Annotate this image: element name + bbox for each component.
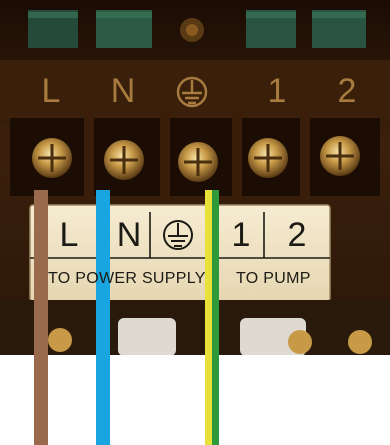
screw-n [104, 140, 144, 180]
earth-ground-icon [176, 76, 208, 108]
plate-label-2: 2 [287, 216, 307, 254]
wire-earth-yellow [205, 190, 212, 445]
screw-earth [178, 142, 218, 182]
screw-2 [320, 136, 360, 176]
molded-label-1: 1 [267, 72, 287, 110]
molded-label-2: 2 [337, 72, 357, 110]
caption-pump: TO PUMP [236, 270, 311, 287]
plate-label-n: N [116, 216, 142, 254]
plate-label-1: 1 [231, 216, 251, 254]
terminal-block-photo: L N 1 2 L N 1 2 TO POWER SUPPLY TO PUMP [0, 0, 390, 445]
screw-1 [248, 138, 288, 178]
plate-label-l: L [59, 216, 79, 254]
molded-label-l: L [41, 72, 61, 110]
screw-l [32, 138, 72, 178]
molded-label-n: N [110, 72, 136, 110]
caption-power-supply: TO POWER SUPPLY [48, 270, 206, 287]
